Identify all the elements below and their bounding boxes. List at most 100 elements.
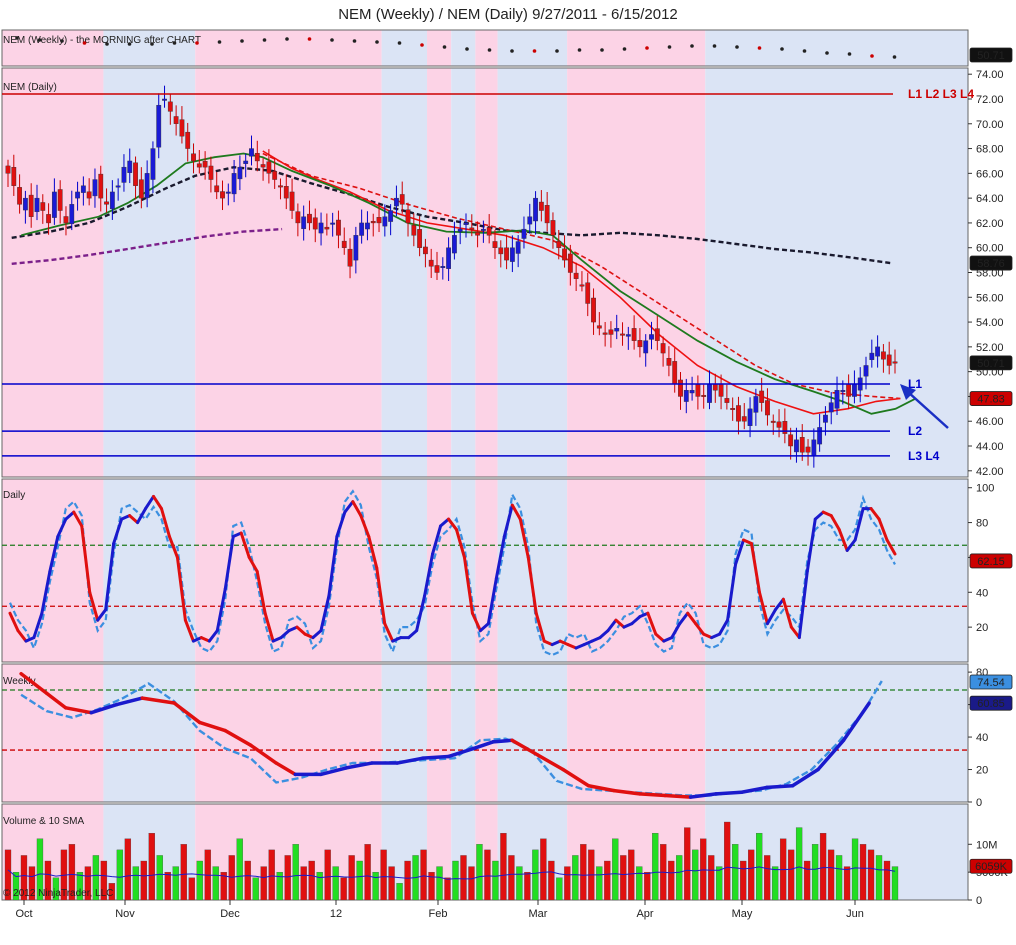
candle-body [724,398,730,403]
y-tick-label: 66.00 [976,168,1004,180]
strip-marker [60,39,64,43]
strip-marker [487,48,492,52]
band-4 [427,30,452,66]
volume-bar [708,855,715,901]
candle-body [307,213,312,224]
candle-body [423,246,428,255]
candle-body [840,390,846,392]
candle-body [863,365,869,377]
y-axes: 74.00 72.00 70.00 68.00 66.00 64.00 62.00 60.00… [968,69,1008,907]
candle-body [428,259,434,267]
volume-bar [843,866,851,901]
candle-body [359,222,365,236]
candle-body [260,164,266,168]
y-tick-label: 80 [976,518,988,530]
band-3 [381,664,428,802]
volume-bar [124,838,132,901]
x-tick-label: Jun [846,908,864,920]
level-label: L1 L2 L3 L4 [908,87,974,101]
volume-bar [684,827,691,901]
volume-bar [132,866,140,901]
volume-label: Volume & 10 SMA [3,816,84,827]
price-panel-label: NEM (Daily) [3,82,57,93]
candle-body [179,119,185,137]
candle-body [869,352,875,360]
candle-body [237,166,243,180]
weekly-osc-background [1,663,969,803]
candle-body [411,225,417,236]
strip-marker [847,52,852,56]
band-8 [567,479,706,662]
candle-body [63,216,69,224]
candle-body [881,351,886,360]
candle-body [150,148,156,180]
candle-body [765,400,770,416]
candle-body [446,247,452,269]
band-5 [451,30,476,66]
x-tick-label: May [732,908,753,920]
candle-body [405,209,411,224]
candle-body [28,194,34,217]
strip-marker [465,47,469,51]
volume-bar [116,849,124,901]
candle-body [312,217,318,230]
y-tick-label: 44.00 [976,441,1004,453]
candle-body [544,205,550,224]
volume-bar [188,877,195,901]
candle-body [208,165,214,180]
volume-bar [396,883,403,901]
candle-body [527,216,533,225]
candle-body [579,284,585,287]
candle-body [167,101,173,112]
volume-bar [388,866,395,901]
candle-body [718,383,724,397]
x-tick-label: Apr [636,908,653,920]
volume-bar [260,866,267,901]
volume-bar [692,849,699,901]
candle-body [683,390,689,402]
volume-bar [883,860,891,901]
volume-bar [460,855,467,901]
candle-body [144,173,150,199]
candle-body [22,197,28,211]
candle-body [376,217,382,224]
candle-body [370,220,376,224]
band-9 [705,30,968,66]
volume-bar [732,844,739,901]
volume-bar [819,832,827,901]
volume-bar [468,866,475,901]
volume-bar [156,855,163,901]
volume-bar [436,866,443,901]
strip-marker [420,43,424,47]
strip-marker [240,39,244,43]
strip-price-tag: 50.71 [977,50,1005,62]
candle-body [631,328,637,341]
candle-body [753,396,759,413]
strip-marker [892,55,897,59]
strip-marker [375,40,379,44]
candle-body [666,358,672,366]
strip-marker [285,37,289,41]
strip-marker [532,49,537,53]
candle-body [811,439,817,457]
volume-bar [172,866,179,901]
volume-bar [540,838,547,901]
candle-body [399,194,405,205]
band-0 [2,68,104,477]
candle-body [121,166,127,183]
band-5 [451,664,476,802]
y-tick-label: 52.00 [976,342,1004,354]
candle-body [741,416,747,422]
volume-bar [212,866,219,901]
candle-body [805,446,811,453]
y-tick-label: 20 [976,622,988,634]
candle-body [759,390,765,403]
y-tick-label: 60.00 [976,243,1004,255]
candle-body [214,185,220,193]
candle-body [498,247,504,255]
candle-body [637,340,643,348]
candle-body [138,179,144,199]
candle-body [440,266,446,269]
candle-body [46,214,51,224]
copyright: © 2012 NinjaTrader, LLC [3,888,113,899]
